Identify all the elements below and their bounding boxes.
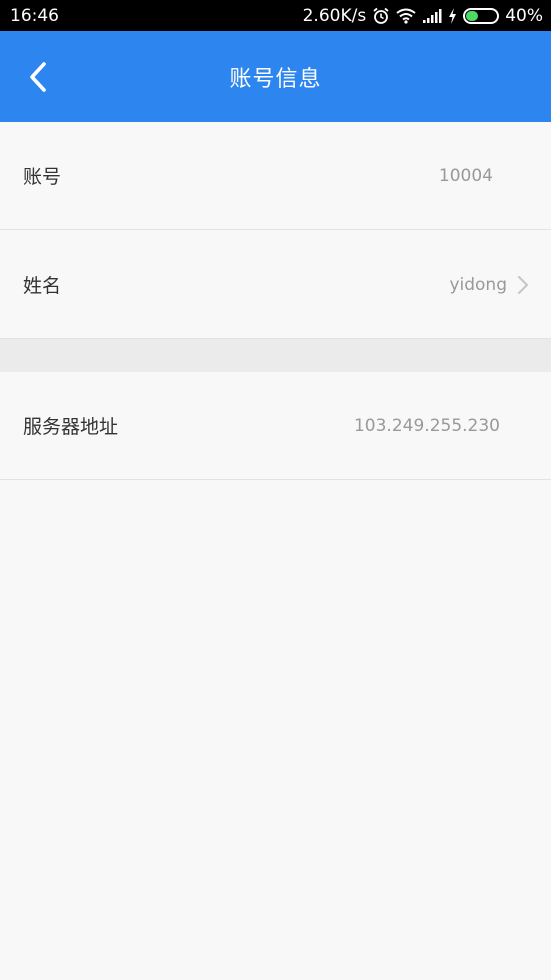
server-address-row: 服务器地址 103.249.255.230 (0, 372, 551, 480)
signal-icon (422, 8, 442, 23)
account-label: 账号 (23, 166, 62, 188)
net-speed: 2.60K/s (302, 5, 367, 26)
chevron-right-icon (517, 275, 529, 294)
server-address-label: 服务器地址 (23, 416, 119, 438)
app-bar: 账号信息 (0, 31, 551, 122)
section-divider (0, 339, 551, 372)
account-row: 账号 10004 (0, 122, 551, 230)
name-label: 姓名 (23, 275, 62, 297)
battery-percent: 40% (505, 5, 543, 26)
server-address-value: 103.249.255.230 (353, 415, 500, 436)
account-value: 10004 (438, 165, 493, 186)
charging-icon (448, 7, 457, 24)
page-title: 账号信息 (229, 66, 322, 92)
status-time: 16:46 (10, 5, 59, 26)
name-row[interactable]: 姓名 yidong (0, 231, 551, 339)
alarm-icon (372, 7, 390, 25)
name-value: yidong (449, 274, 507, 295)
wifi-icon (396, 8, 416, 24)
chevron-left-icon (30, 62, 46, 92)
status-bar: 16:46 2.60K/s 40% (0, 0, 551, 31)
battery-icon (463, 7, 500, 24)
back-button[interactable] (18, 57, 58, 97)
battery-fill (466, 10, 479, 21)
